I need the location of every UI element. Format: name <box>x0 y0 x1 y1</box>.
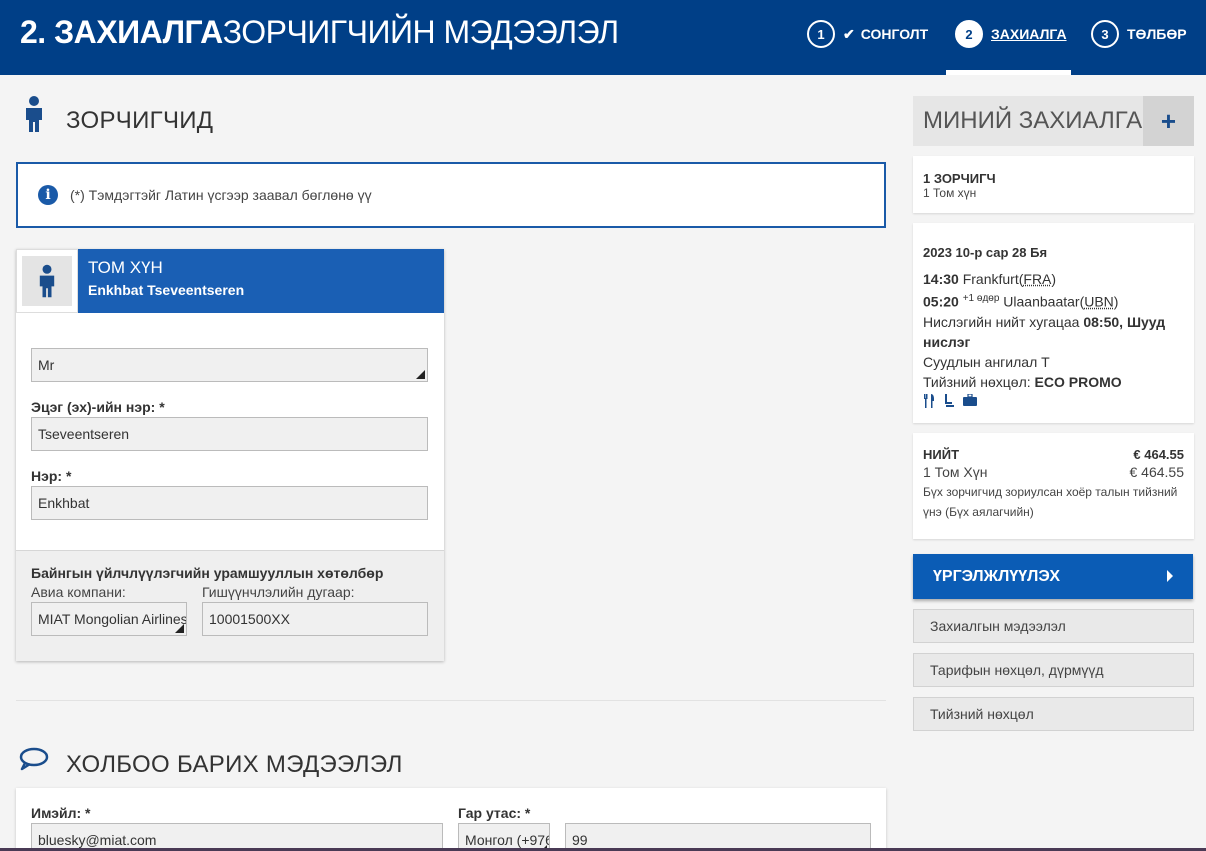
arrival-line: 05:20 +1 өдөр Ulaanbaatar(UBN) <box>923 293 1119 310</box>
cabin-class: Суудлын ангилал T <box>923 353 1050 370</box>
step-payment[interactable]: 3 ТӨЛБӨР <box>1091 18 1187 50</box>
chevron-right-icon <box>1167 570 1173 582</box>
step-label: СОНГОЛТ <box>860 26 929 42</box>
chat-bubble-icon <box>19 747 49 776</box>
title-select[interactable]: Mr <box>31 348 428 382</box>
ticket-conditions-button[interactable]: Тийзний нөхцөл <box>913 697 1194 731</box>
avatar <box>16 249 78 313</box>
price-summary: НИЙТ € 464.55 1 Том Хүн € 464.55 Бүх зор… <box>913 433 1194 539</box>
person-icon <box>24 96 44 137</box>
passenger-summary: 1 ЗОРЧИГЧ 1 Том хүн <box>913 156 1194 213</box>
continue-label: ҮРГЭЛЖЛҮҮЛЭХ <box>933 567 1061 585</box>
meal-icon <box>924 393 934 408</box>
adult-label: 1 Том Хүн <box>923 464 988 480</box>
info-icon: i <box>38 185 58 205</box>
dropdown-arrow-icon <box>175 624 184 633</box>
continue-button[interactable]: ҮРГЭЛЖЛҮҮЛЭХ <box>913 554 1193 599</box>
departure-line: 14:30 Frankfurt(FRA) <box>923 271 1057 287</box>
person-icon <box>39 264 55 298</box>
contact-card: Имэйл: * bluesky@miat.com Гар утас: * Мо… <box>16 788 886 851</box>
member-label: Гишүүнчлэлийн дугаар: <box>202 584 355 600</box>
step-number: 1 <box>807 20 835 48</box>
step-number: 3 <box>1091 20 1119 48</box>
top-header: 2. ЗАХИАЛГАЗОРЧИГЧИЙН МЭДЭЭЛЭЛ 1 ✔ СОНГО… <box>0 0 1206 75</box>
loyalty-program: Байнгын үйлчлүүлэгчийн урамшууллын хөтөл… <box>16 550 444 661</box>
surname-input[interactable]: Tseveentseren <box>31 417 428 451</box>
airline-select[interactable]: MIAT Mongolian Airlines <box>31 602 187 636</box>
step-number: 2 <box>955 20 983 48</box>
info-text: (*) Тэмдэгтэйг Латин үсгээр заавал бөглө… <box>70 187 372 203</box>
member-number-value: 10001500XX <box>209 611 290 627</box>
total-value: € 464.55 <box>1133 447 1184 462</box>
passenger-card: ТОМ ХҮН Enkhbat Tseveentseren Mr Эцэг (э… <box>16 249 444 661</box>
expand-plus-icon[interactable]: + <box>1143 96 1194 146</box>
flight-summary: 2023 10-р сар 28 Бя 14:30 Frankfurt(FRA)… <box>913 223 1194 423</box>
booking-info-button[interactable]: Захиалгын мэдээлэл <box>913 609 1194 643</box>
email-value: bluesky@miat.com <box>38 832 157 848</box>
step-label: ТӨЛБӨР <box>1127 26 1187 42</box>
passengers-title: ЗОРЧИГЧИД <box>66 107 214 134</box>
price-note: Бүх зорчигчид зориулсан хоёр талын тийзн… <box>923 485 1178 519</box>
flight-date: 2023 10-р сар 28 Бя <box>923 245 1048 260</box>
seat-icon <box>945 393 954 407</box>
my-booking-header: МИНИЙ ЗАХИАЛГА + <box>913 96 1194 146</box>
passenger-name: Enkhbat Tseveentseren <box>88 282 245 298</box>
contact-title: ХОЛБОО БАРИХ МЭДЭЭЛЭЛ <box>66 751 403 778</box>
member-number-input[interactable]: 10001500XX <box>202 602 428 636</box>
phone-input[interactable]: 99 <box>565 823 871 851</box>
page-title: 2. ЗАХИАЛГАЗОРЧИГЧИЙН МЭДЭЭЛЭЛ <box>20 14 619 50</box>
info-notice: i (*) Тэмдэгтэйг Латин үсгээр заавал бөг… <box>16 162 886 228</box>
check-icon: ✔ <box>843 25 855 42</box>
ticket-conditions-label: Тийзний нөхцөл <box>930 706 1034 722</box>
adult-value: € 464.55 <box>1129 464 1184 480</box>
firstname-value: Enkhbat <box>38 495 90 511</box>
surname-label: Эцэг (эх)-ийн нэр: * <box>31 399 165 415</box>
my-booking-title: МИНИЙ ЗАХИАЛГА <box>923 107 1143 134</box>
fare-condition: Тийзний нөхцөл: ECO PROMO <box>923 373 1122 390</box>
surname-value: Tseveentseren <box>38 426 130 442</box>
duration-line: Нислэгийн нийт хугацаа 08:50, Шууд нислэ… <box>923 313 1166 350</box>
fare-rules-button[interactable]: Тарифын нөхцөл, дүрмүүд <box>913 653 1194 687</box>
total-label: НИЙТ <box>923 447 960 462</box>
passenger-type: ТОМ ХҮН <box>88 258 163 277</box>
airline-label: Авиа компани: <box>31 584 126 600</box>
firstname-label: Нэр: * <box>31 468 72 484</box>
baggage-icon <box>963 393 977 406</box>
step-selection[interactable]: 1 ✔ СОНГОЛТ <box>807 18 928 50</box>
amenity-icons <box>923 393 1184 408</box>
pax-detail: 1 Том хүн <box>923 186 977 200</box>
email-input[interactable]: bluesky@miat.com <box>31 823 443 851</box>
email-label: Имэйл: * <box>31 805 91 821</box>
title-select-value: Mr <box>38 357 55 373</box>
step-booking[interactable]: 2 ЗАХИАЛГА <box>955 18 1067 50</box>
booking-info-label: Захиалгын мэдээлэл <box>930 618 1066 634</box>
firstname-input[interactable]: Enkhbat <box>31 486 428 520</box>
loyalty-title: Байнгын үйлчлүүлэгчийн урамшууллын хөтөл… <box>31 565 384 581</box>
fare-rules-label: Тарифын нөхцөл, дүрмүүд <box>930 662 1104 678</box>
step-label: ЗАХИАЛГА <box>991 26 1067 42</box>
dropdown-arrow-icon <box>416 370 425 379</box>
phone-label: Гар утас: * <box>458 805 531 821</box>
pax-count: 1 ЗОРЧИГЧ <box>923 171 996 186</box>
passenger-header: ТОМ ХҮН Enkhbat Tseveentseren <box>78 249 444 313</box>
phone-country-select[interactable]: Монгол (+976) <box>458 823 550 851</box>
airline-value: MIAT Mongolian Airlines <box>38 611 187 627</box>
active-step-indicator <box>946 70 1071 75</box>
section-divider <box>16 700 886 701</box>
phone-value: 99 <box>572 832 588 848</box>
